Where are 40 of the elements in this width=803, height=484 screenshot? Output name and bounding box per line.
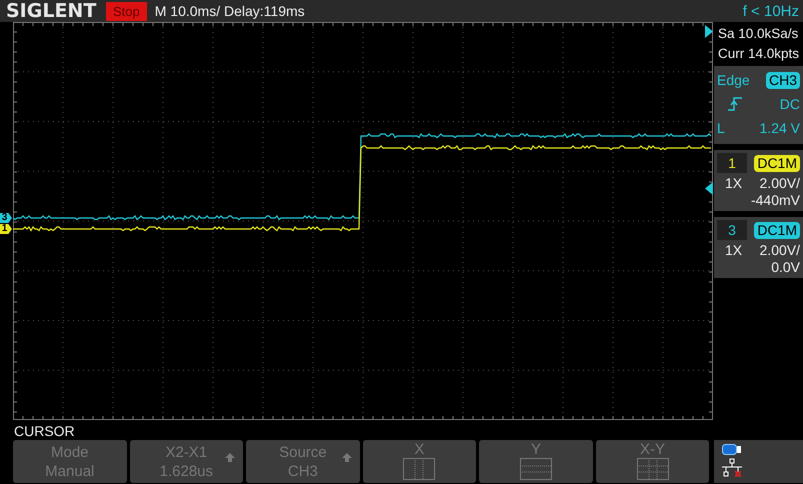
channel-marker[interactable]: 3 — [0, 213, 12, 223]
usb-drive-icon — [722, 444, 742, 455]
channel-panel[interactable]: 1 DC1M 1X 2.00V/ -440mV — [714, 150, 803, 211]
softkey-button[interactable]: X2-X1 1.628us — [130, 440, 244, 483]
trigger-type-label: Edge — [717, 72, 750, 88]
cursor-grid-icon — [636, 458, 668, 480]
softkey-button[interactable]: X — [362, 440, 476, 483]
trigger-level-label: L — [717, 120, 725, 136]
vertical-offset-readout: 0.0V — [770, 259, 800, 276]
menu-title: CURSOR — [14, 422, 76, 440]
brand-logo: SIGLENT — [6, 0, 98, 22]
channel-number: 1 — [717, 153, 747, 173]
trigger-panel[interactable]: Edge CH3 DC L 1.24 V — [714, 66, 803, 144]
coupling-badge: DC1M — [754, 222, 800, 238]
channel-number: 3 — [717, 220, 747, 240]
vertical-offset-readout: -440mV — [750, 192, 800, 209]
vertical-scale-readout: 2.00V/ — [760, 175, 800, 191]
frequency-readout: f < 10Hz — [742, 2, 799, 20]
trigger-coupling-label: DC — [780, 96, 800, 112]
cursor-grid-icon — [520, 458, 552, 480]
softkey-button[interactable]: Source CH3 — [246, 440, 360, 483]
coupling-badge: DC1M — [754, 154, 800, 172]
softkey-button[interactable]: Mode Manual — [13, 440, 127, 483]
vertical-scale-readout: 2.00V/ — [760, 242, 800, 258]
trigger-level-readout: 1.24 V — [760, 120, 800, 136]
sample-rate-readout: Sa 10.0kSa/s — [718, 25, 800, 43]
rising-edge-icon — [727, 97, 743, 111]
softkey-button[interactable]: Y — [479, 440, 593, 483]
softkey-button[interactable]: X-Y — [596, 440, 710, 483]
channel-marker[interactable]: 1 — [0, 224, 12, 234]
trigger-source-badge: CH3 — [766, 72, 800, 88]
probe-ratio: 1X — [725, 242, 742, 258]
run-state-badge[interactable]: Stop — [106, 2, 147, 20]
trigger-position-icon — [705, 25, 713, 38]
probe-ratio: 1X — [725, 175, 742, 191]
timebase-readout: M 10.0ms/ Delay:119ms — [154, 3, 305, 19]
memory-depth-readout: Curr 14.0kpts — [718, 45, 800, 63]
cursor-grid-icon — [403, 458, 436, 480]
channel-panel[interactable]: 3 DC1M 1X 2.00V/ 0.0V — [714, 217, 803, 278]
network-icon — [722, 458, 744, 478]
